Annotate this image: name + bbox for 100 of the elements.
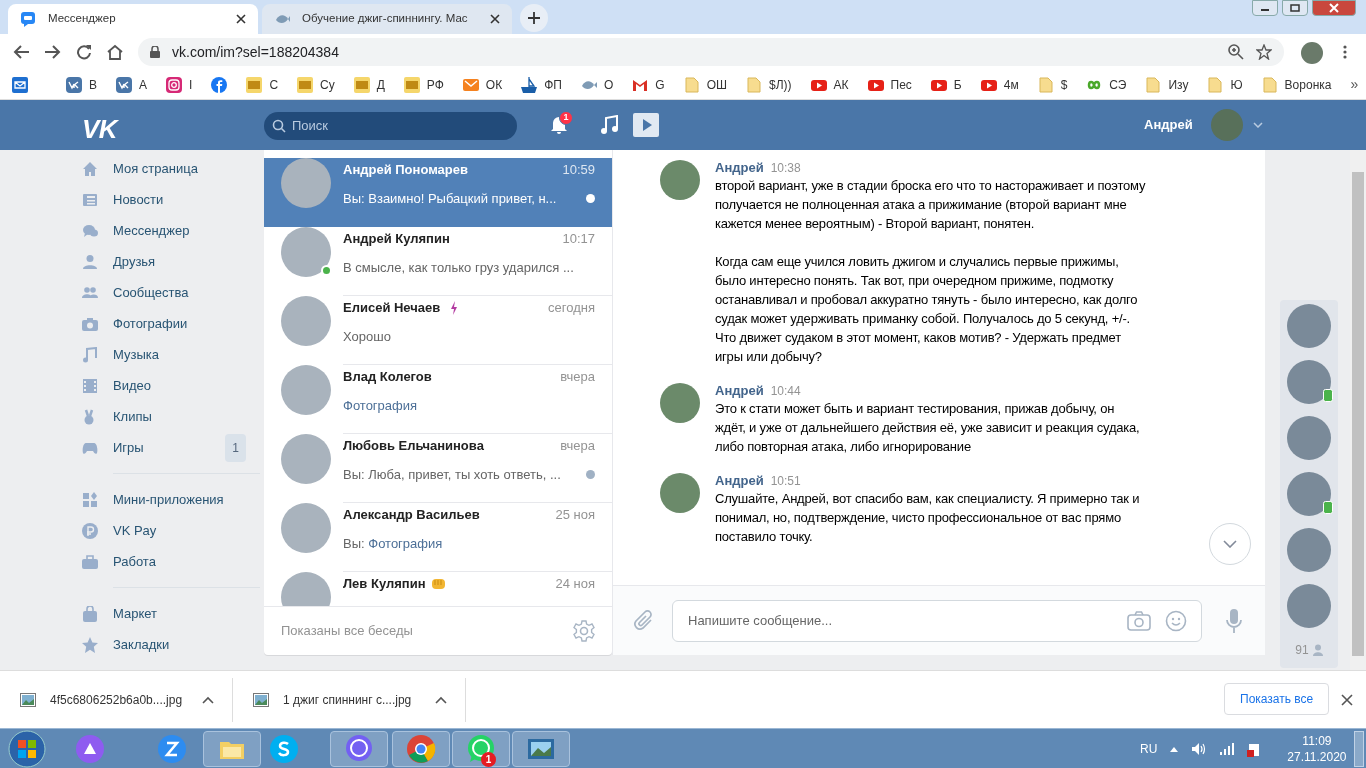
bookmark-link[interactable]: Воронка	[1261, 75, 1332, 94]
show-all-button[interactable]: Показать все	[1224, 683, 1330, 715]
bookmark-link[interactable]: $Л))	[745, 75, 792, 94]
friend-avatar[interactable]	[1287, 360, 1331, 404]
camera-icon[interactable]	[1127, 610, 1151, 631]
caret-up-icon[interactable]	[435, 695, 447, 704]
bookmark-link[interactable]	[211, 76, 228, 93]
message-composer[interactable]: Напишите сообщение...	[672, 599, 1202, 642]
tray-expand-icon[interactable]	[1169, 745, 1180, 753]
conversation-item[interactable]: Андрей Пономарев 10:59 Вы: Взаимно! Рыбацкий привет, н...	[264, 158, 612, 227]
clock[interactable]: 11:09 27.11.2020	[1287, 733, 1347, 765]
sender-name[interactable]: Андрей	[715, 471, 764, 491]
sender-name[interactable]: Андрей	[715, 381, 764, 401]
sidebar-item[interactable]: Видео	[80, 370, 264, 401]
sidebar-item[interactable]: Фотографии	[80, 308, 264, 339]
bookmark-link[interactable]: Су	[297, 75, 335, 94]
play-icon[interactable]	[633, 113, 659, 137]
language-indicator[interactable]: RU	[1140, 740, 1158, 758]
download-item[interactable]: 1 джиг спиннинг с....jpg	[233, 677, 466, 722]
sidebar-item[interactable]: Работа	[80, 546, 264, 577]
close-icon[interactable]	[490, 14, 500, 24]
taskbar-app-button[interactable]	[203, 731, 261, 767]
bookmark-link[interactable]: С	[246, 75, 279, 94]
bookmark-link[interactable]	[12, 76, 28, 93]
message-input[interactable]: Напишите сообщение...	[688, 610, 1113, 631]
window-close-button[interactable]	[1312, 0, 1356, 16]
sidebar-item[interactable]: Маркет	[80, 598, 264, 629]
friend-avatar[interactable]	[1287, 416, 1331, 460]
start-button[interactable]	[7, 728, 47, 768]
window-restore-button[interactable]	[1282, 0, 1308, 16]
bookmark-link[interactable]: Пес	[867, 75, 912, 94]
sidebar-item[interactable]: Клипы	[80, 401, 264, 432]
browser-tab[interactable]: Мессенджер	[8, 4, 258, 34]
friend-avatar[interactable]	[1287, 528, 1331, 572]
window-minimize-button[interactable]	[1252, 0, 1278, 16]
sidebar-item[interactable]: Игры 1	[80, 432, 264, 463]
bookmark-link[interactable]: I	[166, 75, 193, 94]
paperclip-icon[interactable]	[633, 608, 655, 633]
bookmark-link[interactable]: СЭ	[1086, 75, 1127, 94]
search-bar[interactable]: Поиск	[264, 112, 517, 140]
lightning-icon	[450, 301, 459, 315]
more-bookmarks-button[interactable]: »	[1350, 74, 1359, 95]
bookmark-link[interactable]: ОК	[462, 75, 503, 94]
sidebar-item[interactable]: Сообщества	[80, 277, 264, 308]
taskbar-app-button[interactable]: 1	[452, 731, 510, 767]
caret-up-icon[interactable]	[202, 695, 214, 704]
sidebar-item[interactable]: Друзья	[80, 246, 264, 277]
sender-name[interactable]: Андрей	[715, 158, 764, 178]
bookmark-link[interactable]: В	[66, 75, 97, 94]
close-icon[interactable]	[1341, 694, 1353, 706]
vk-logo[interactable]: VK	[82, 110, 117, 149]
reload-icon[interactable]	[76, 44, 92, 60]
forward-icon[interactable]	[44, 44, 62, 60]
music-icon[interactable]	[600, 115, 618, 135]
bookmark-link[interactable]: ФП	[521, 75, 562, 94]
scrollbar-thumb[interactable]	[1352, 172, 1364, 656]
volume-icon[interactable]	[1191, 742, 1208, 756]
back-icon[interactable]	[12, 44, 30, 60]
taskbar-app-button[interactable]	[512, 731, 570, 767]
friend-avatar[interactable]	[1287, 472, 1331, 516]
sidebar-item[interactable]: VK Pay	[80, 515, 264, 546]
bookmark-link[interactable]: Ю	[1207, 75, 1243, 94]
bookmark-link[interactable]: О	[580, 75, 614, 94]
search-input[interactable]: Поиск	[292, 116, 492, 136]
sidebar-item[interactable]: Музыка	[80, 339, 264, 370]
bookmark-link[interactable]: ОШ	[683, 75, 727, 94]
zoom-icon[interactable]	[1228, 44, 1244, 60]
friend-avatar[interactable]	[1287, 304, 1331, 348]
settings-icon[interactable]	[573, 620, 595, 642]
taskbar-app-button[interactable]	[330, 731, 388, 767]
sidebar-item[interactable]: Новости	[80, 184, 264, 215]
signal-icon[interactable]	[1219, 742, 1236, 756]
microphone-icon[interactable]	[1225, 607, 1243, 634]
browser-tab[interactable]: Обучение джиг-спиннингу. Мас	[262, 4, 512, 34]
sidebar-item[interactable]: Моя страница	[80, 153, 264, 184]
bookmark-link[interactable]: Изу	[1145, 75, 1189, 94]
download-item[interactable]: 4f5c6806252b6a0b....jpg	[0, 677, 233, 722]
address-field[interactable]: vk.com/im?sel=188204384	[138, 38, 1284, 66]
sidebar-item[interactable]: Мессенджер	[80, 215, 264, 246]
bookmark-link[interactable]: Д	[353, 75, 385, 94]
notifications-button[interactable]: 1	[549, 114, 577, 138]
home-icon[interactable]	[106, 44, 124, 60]
bookmark-link[interactable]: Б	[930, 75, 962, 94]
friend-avatar[interactable]	[1287, 584, 1331, 628]
profile-menu[interactable]: Андрей	[1134, 100, 1273, 150]
bookmark-link[interactable]: РФ	[403, 75, 444, 94]
sidebar-item[interactable]: Закладки	[80, 629, 264, 660]
bookmark-link[interactable]: А	[116, 75, 148, 94]
bookmark-link[interactable]: G	[632, 75, 665, 94]
smiley-icon[interactable]	[1165, 609, 1187, 632]
close-icon[interactable]	[236, 14, 246, 24]
bookmark-link[interactable]: $	[1037, 75, 1068, 94]
more-icon[interactable]	[1343, 44, 1347, 60]
bookmark-link[interactable]: 4м	[980, 75, 1019, 94]
new-tab-button[interactable]	[520, 4, 548, 32]
taskbar-app-button[interactable]	[392, 731, 450, 767]
sidebar-item[interactable]: Мини-приложения	[80, 484, 264, 515]
bookmark-star-icon[interactable]	[1256, 44, 1272, 60]
bookmark-link[interactable]: АК	[810, 75, 849, 94]
logo-icon	[246, 76, 263, 93]
